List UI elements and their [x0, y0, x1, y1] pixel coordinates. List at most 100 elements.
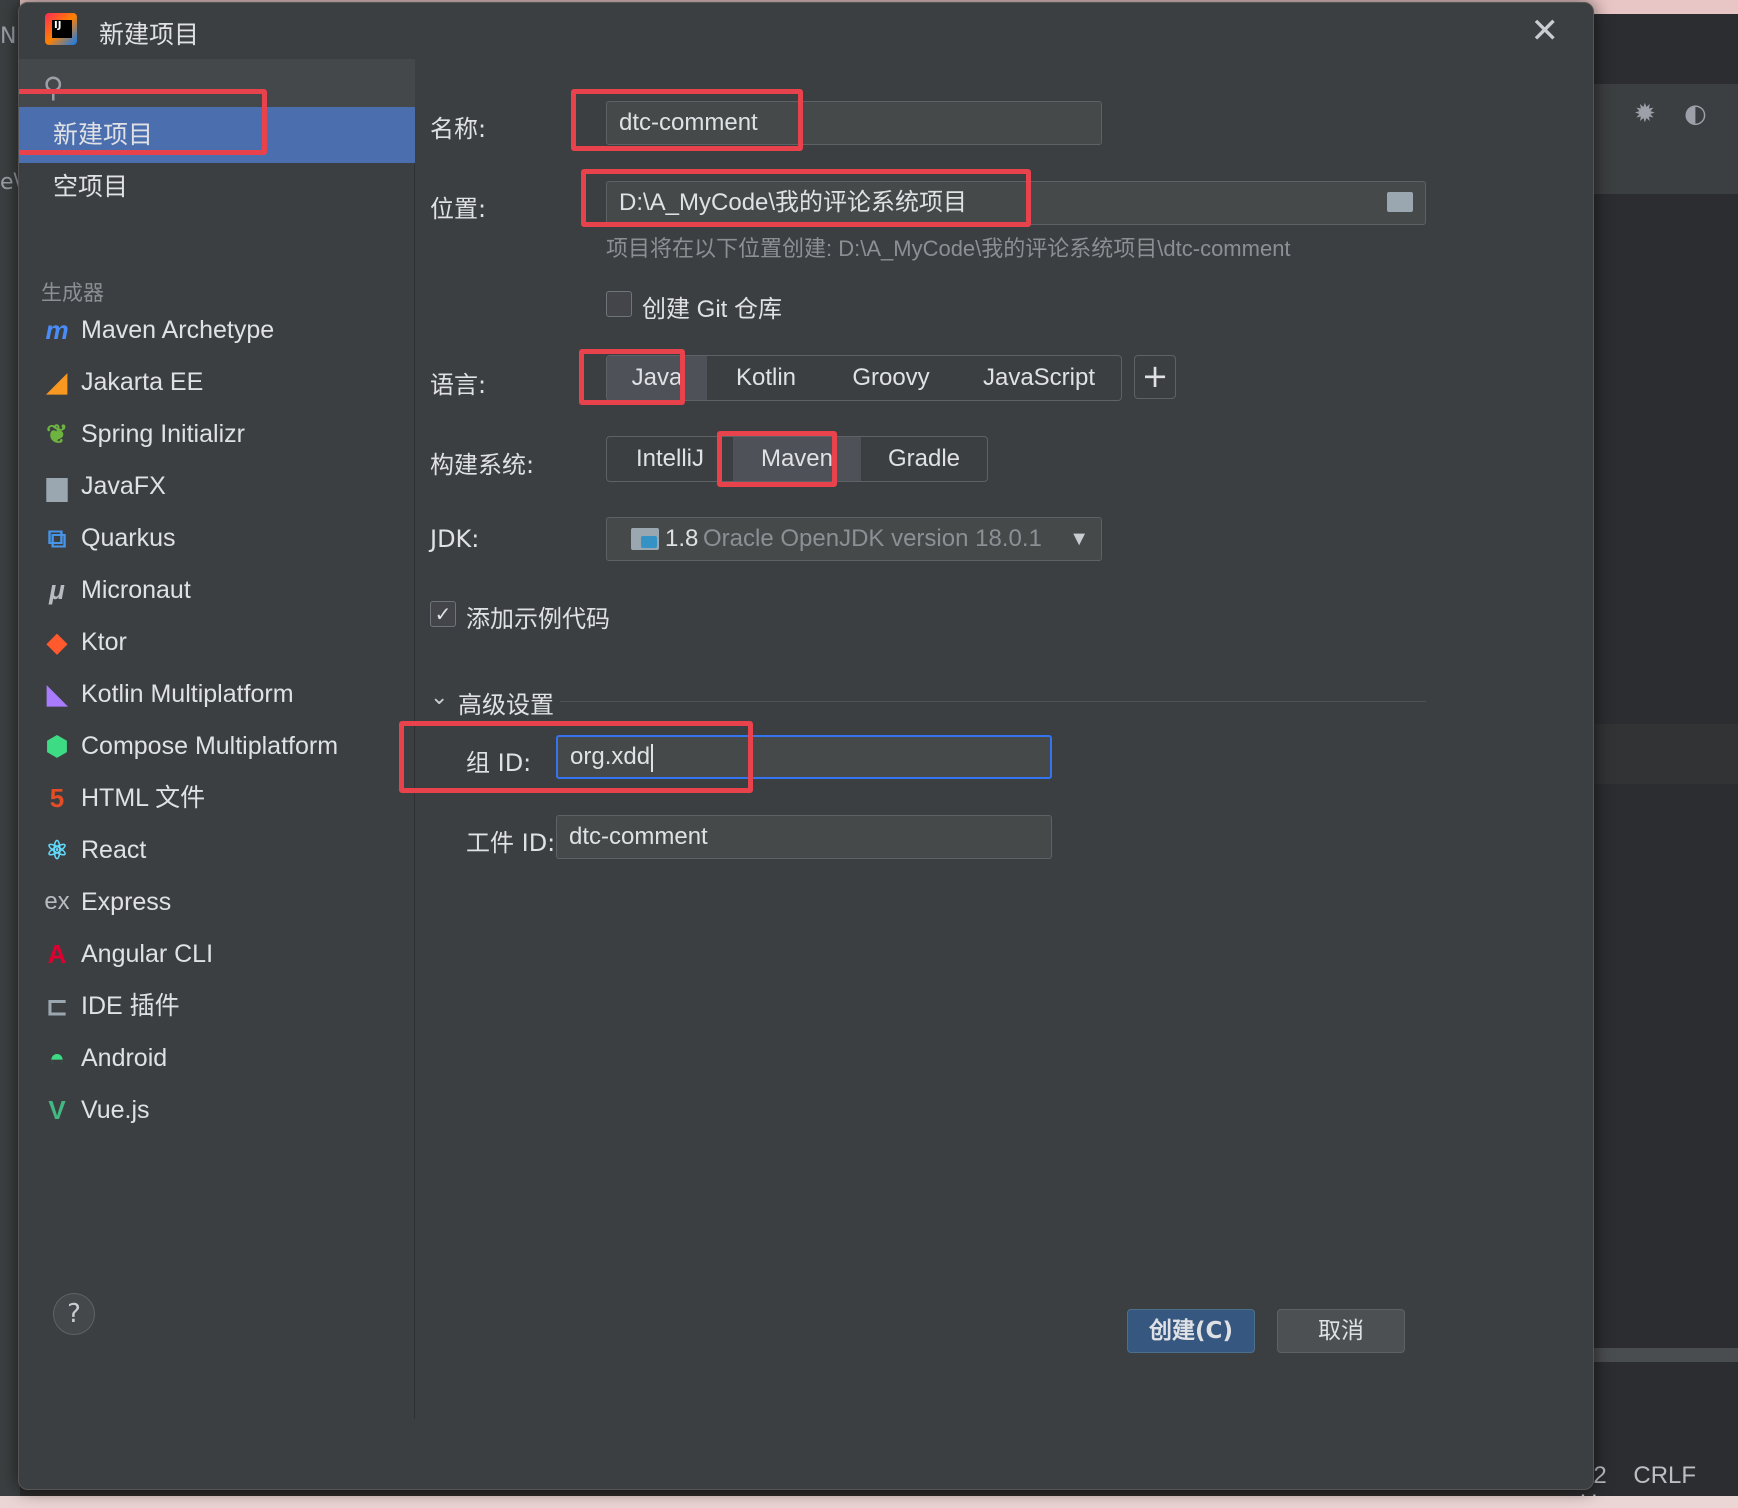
generator-compose-multiplatform[interactable]: ⬢ Compose Multiplatform	[19, 719, 415, 773]
create-git-checkbox[interactable]	[606, 291, 632, 317]
generator-javafx[interactable]: ▆ JavaFX	[19, 459, 415, 513]
jdk-description: Oracle OpenJDK version 18.0.1	[703, 525, 1042, 552]
generator-label: Compose Multiplatform	[81, 732, 339, 760]
generator-label: Quarkus	[81, 524, 176, 552]
annotation-box-name	[571, 89, 803, 151]
android-icon: ◓	[49, 1043, 65, 1073]
new-project-dialog: 新建项目 ✕ ⚲ 新建项目 空项目 生成器 m Maven Archetype …	[18, 2, 1594, 1490]
language-groovy[interactable]: Groovy	[825, 356, 957, 400]
generator-label: Android	[81, 1044, 168, 1072]
angular-icon: A	[47, 939, 67, 969]
generator-micronaut[interactable]: μ Micronaut	[19, 563, 415, 617]
sidebar-item-empty-project[interactable]: 空项目	[19, 159, 415, 215]
generator-label: Micronaut	[81, 576, 191, 604]
maven-icon: m	[45, 315, 69, 345]
language-javascript[interactable]: JavaScript	[957, 356, 1121, 400]
language-kotlin[interactable]: Kotlin	[707, 356, 825, 400]
annotation-box-new-project	[19, 89, 267, 155]
background-scrollbar	[1590, 1348, 1738, 1362]
intellij-logo-icon	[45, 13, 77, 45]
location-label: 位置:	[430, 195, 487, 223]
advanced-settings-toggle[interactable]: 高级设置	[458, 685, 554, 720]
add-language-button[interactable]: +	[1134, 355, 1176, 399]
build-system-label: 构建系统:	[430, 451, 535, 479]
background-toolbar	[1590, 84, 1738, 194]
annotation-box-location	[581, 169, 1031, 227]
artifact-id-label: 工件 ID:	[466, 829, 556, 857]
chevron-down-icon: ▼	[1069, 528, 1089, 550]
generator-label: Angular CLI	[81, 940, 214, 968]
generator-label: IDE 插件	[81, 992, 180, 1020]
debug-icon: ✹	[1634, 99, 1656, 129]
generator-android[interactable]: ◓ Android	[19, 1031, 415, 1085]
advanced-divider	[560, 701, 1426, 702]
vue-icon: V	[48, 1095, 66, 1125]
compose-icon: ⬢	[45, 731, 69, 761]
html5-icon: 5	[49, 783, 65, 813]
status-line-ending: CRLF	[1633, 1462, 1697, 1489]
javafx-icon: ▆	[47, 471, 67, 501]
generator-angular-cli[interactable]: A Angular CLI	[19, 927, 415, 981]
create-button[interactable]: 创建(C)	[1127, 1309, 1255, 1353]
plugin-icon: ⊏	[46, 991, 68, 1021]
generator-express[interactable]: ex Express	[19, 875, 415, 929]
quarkus-icon: ⧉	[47, 523, 67, 553]
background-ide-right: ✹ ◐	[1590, 14, 1738, 1508]
build-intellij[interactable]: IntelliJ	[607, 437, 733, 481]
generator-label: React	[81, 836, 147, 864]
generator-label: Express	[81, 888, 172, 916]
generator-maven-archetype[interactable]: m Maven Archetype	[19, 303, 415, 357]
language-label: 语言:	[430, 371, 487, 399]
jdk-folder-icon	[631, 528, 659, 550]
project-type-sidebar: ⚲ 新建项目 空项目 生成器 m Maven Archetype ◢ Jakar…	[19, 59, 415, 1419]
generator-quarkus[interactable]: ⧉ Quarkus	[19, 511, 415, 565]
react-icon: ⚛	[45, 835, 69, 865]
sample-code-label: 添加示例代码	[466, 606, 610, 633]
generator-html[interactable]: 5 HTML 文件	[19, 771, 415, 825]
close-icon[interactable]: ✕	[1531, 11, 1560, 51]
background-window-edge-bottom	[0, 1496, 1738, 1508]
generator-kotlin-multiplatform[interactable]: ◣ Kotlin Multiplatform	[19, 667, 415, 721]
jdk-dropdown[interactable]: 1.8 Oracle OpenJDK version 18.0.1 ▼	[606, 517, 1102, 561]
background-text-fragment: N	[0, 24, 17, 49]
help-button[interactable]: ?	[53, 1293, 95, 1335]
generator-label: Kotlin Multiplatform	[81, 680, 294, 708]
coverage-icon: ◐	[1684, 99, 1707, 129]
spring-icon: ❦	[46, 419, 68, 449]
micronaut-icon: μ	[49, 575, 65, 605]
annotation-box-maven	[717, 431, 837, 487]
express-icon: ex	[44, 888, 70, 915]
create-git-label: 创建 Git 仓库	[642, 296, 783, 323]
generator-label: Jakarta EE	[81, 368, 204, 396]
dialog-title: 新建项目	[99, 20, 200, 49]
annotation-box-java	[579, 349, 685, 405]
generator-label: Vue.js	[81, 1096, 150, 1124]
generator-label: JavaFX	[81, 472, 166, 500]
generator-label: Ktor	[81, 628, 127, 656]
background-ide-left: N e\	[0, 0, 21, 1508]
location-hint: 项目将在以下位置创建: D:\A_MyCode\我的评论系统项目\dtc-com…	[606, 236, 1291, 261]
kotlin-icon: ◣	[47, 679, 67, 709]
browse-folder-icon[interactable]	[1387, 192, 1413, 212]
jdk-label: JDK:	[430, 525, 480, 553]
generator-label: HTML 文件	[81, 784, 206, 812]
annotation-box-group-id	[399, 721, 753, 793]
sample-code-checkbox[interactable]: ✓	[430, 601, 456, 627]
generator-vue[interactable]: V Vue.js	[19, 1083, 415, 1137]
ktor-icon: ◆	[47, 627, 67, 657]
generator-spring-initializr[interactable]: ❦ Spring Initializr	[19, 407, 415, 461]
artifact-id-field[interactable]: dtc-comment	[556, 815, 1052, 859]
name-label: 名称:	[430, 115, 487, 143]
generator-label: Maven Archetype	[81, 316, 275, 344]
dialog-titlebar: 新建项目 ✕	[19, 3, 1593, 59]
background-editor-band	[1590, 724, 1738, 784]
generator-ktor[interactable]: ◆ Ktor	[19, 615, 415, 669]
jdk-version: 1.8	[665, 525, 699, 552]
cancel-button[interactable]: 取消	[1277, 1309, 1405, 1353]
jakarta-icon: ◢	[47, 367, 67, 397]
generator-jakarta-ee[interactable]: ◢ Jakarta EE	[19, 355, 415, 409]
chevron-down-icon[interactable]: ⌄	[430, 685, 448, 710]
generator-ide-plugin[interactable]: ⊏ IDE 插件	[19, 979, 415, 1033]
generator-react[interactable]: ⚛ React	[19, 823, 415, 877]
build-gradle[interactable]: Gradle	[861, 437, 987, 481]
